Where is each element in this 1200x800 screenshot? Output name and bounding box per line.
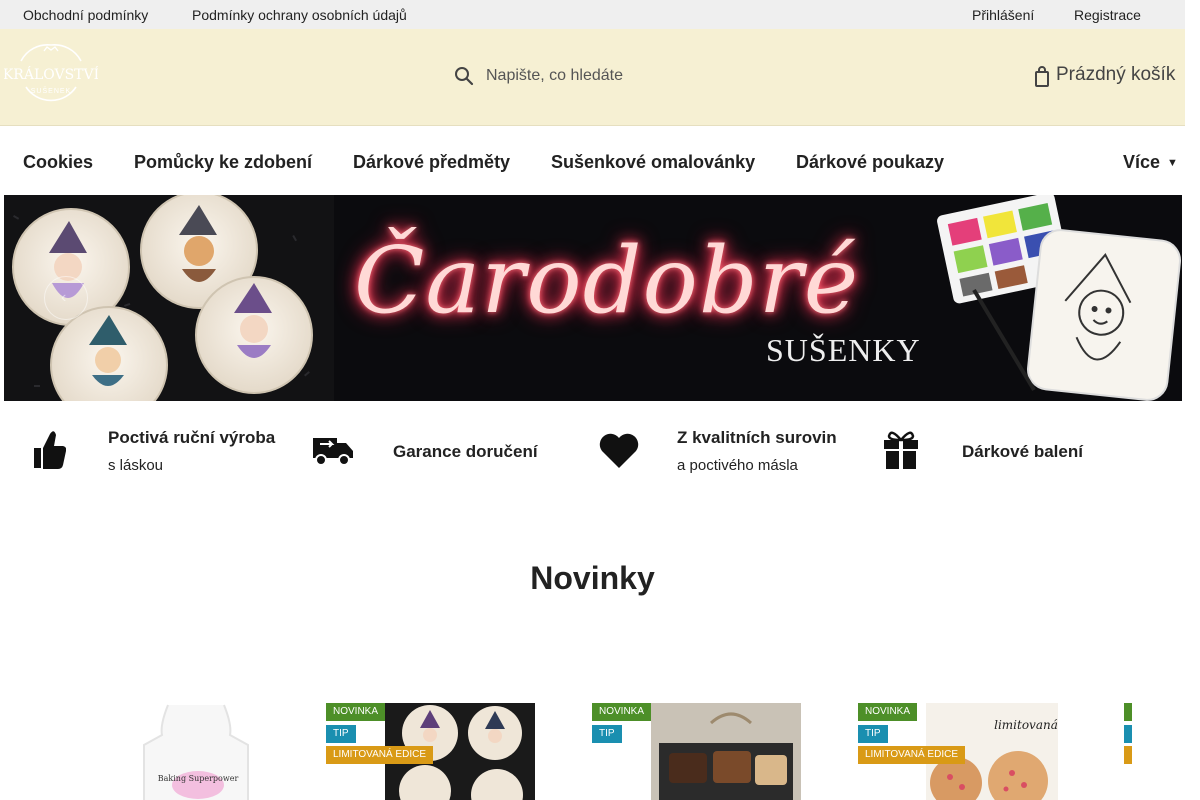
product-image: Baking Superpower: [56, 703, 296, 800]
chevron-down-icon: ▼: [1167, 157, 1178, 169]
product-card[interactable]: NOVINKA TIP: [592, 700, 832, 800]
badge-limited: LIMITOVANÁ EDICE: [326, 746, 433, 764]
product-image: [651, 703, 801, 800]
thumbs-up-icon: [32, 428, 67, 475]
product-card[interactable]: NOVINKA TIP LIMITOVANÁ EDICE: [326, 700, 566, 800]
nav-more-label: Více: [1123, 152, 1161, 172]
badge-new-edge: [1124, 703, 1132, 721]
search-icon[interactable]: [454, 65, 474, 92]
link-privacy[interactable]: Podmínky ochrany osobních údajů: [192, 7, 407, 23]
apron-print-text: Baking Superpower: [158, 774, 239, 783]
nav-more-button[interactable]: Více ▼: [1123, 152, 1178, 173]
limited-logo-text: limitovaná: [994, 718, 1058, 732]
banner-subtitle: SUŠENKY: [766, 332, 921, 368]
product-card[interactable]: [1124, 700, 1185, 800]
badge-tip: TIP: [326, 725, 356, 743]
features-strip: Poctivá ruční výroba s láskou Garance do…: [0, 410, 1185, 510]
logo-text: KRÁLOVSTVÍ: [4, 65, 98, 83]
feature-sub-handmade: s láskou: [108, 457, 164, 474]
product-carousel: Baking Superpower NOVINKA TIP LIMITOVANÁ…: [0, 700, 1185, 800]
section-title-new: Novinky: [530, 560, 655, 596]
nav-item-cookies[interactable]: Cookies: [23, 152, 93, 173]
product-card[interactable]: Baking Superpower: [56, 700, 296, 800]
badge-new: NOVINKA: [592, 703, 652, 721]
search-bar[interactable]: [450, 61, 750, 91]
login-link[interactable]: Přihlášení: [972, 7, 1034, 23]
link-terms[interactable]: Obchodní podmínky: [23, 7, 148, 23]
feature-title-handmade: Poctivá ruční výroba: [108, 428, 276, 447]
badge-new: NOVINKA: [326, 703, 386, 721]
feature-title-delivery: Garance doručení: [393, 442, 538, 461]
cart-label: Prázdný košík: [1056, 64, 1176, 85]
heart-icon: [598, 432, 640, 475]
badge-tip: TIP: [858, 725, 888, 743]
nav-item-coloring-cookies[interactable]: Sušenkové omalovánky: [551, 152, 755, 173]
feature-title-quality: Z kvalitních surovin: [677, 428, 837, 447]
badge-new: NOVINKA: [858, 703, 918, 721]
badge-limited: LIMITOVANÁ EDICE: [858, 746, 965, 764]
delivery-truck-icon: [312, 432, 354, 471]
gift-icon: [882, 428, 920, 475]
main-nav: Cookies Pomůcky ke zdobení Dárkové předm…: [0, 127, 1185, 195]
feature-title-gift-wrap: Dárkové balení: [962, 442, 1083, 461]
site-header: KRÁLOVSTVÍ SUŠENEK Prázdný košík: [0, 29, 1185, 126]
search-input[interactable]: [486, 61, 736, 91]
logo[interactable]: KRÁLOVSTVÍ SUŠENEK: [3, 43, 99, 105]
badge-limited-edge: [1124, 746, 1132, 764]
nav-item-gift-vouchers[interactable]: Dárkové poukazy: [796, 152, 944, 173]
feature-sub-quality: a poctivého másla: [677, 457, 798, 474]
chevron-left-icon: ‹: [61, 289, 67, 306]
slider-prev-button[interactable]: ‹: [44, 276, 88, 320]
banner-title: Čarodobré: [354, 227, 860, 334]
badge-tip-edge: [1124, 725, 1132, 743]
cart-icon: [1035, 66, 1049, 93]
logo-subtext: SUŠENEK: [31, 86, 71, 95]
hero-banner[interactable]: Čarodobré SUŠENKY ‹: [4, 195, 1182, 401]
nav-item-decorating-tools[interactable]: Pomůcky ke zdobení: [134, 152, 312, 173]
badge-tip: TIP: [592, 725, 622, 743]
product-card[interactable]: limitovaná NOVINKA TIP LIMITOVANÁ EDICE: [858, 700, 1098, 800]
register-link[interactable]: Registrace: [1074, 7, 1141, 23]
nav-item-gift-items[interactable]: Dárkové předměty: [353, 152, 510, 173]
top-bar: Obchodní podmínky Podmínky ochrany osobn…: [0, 0, 1185, 29]
